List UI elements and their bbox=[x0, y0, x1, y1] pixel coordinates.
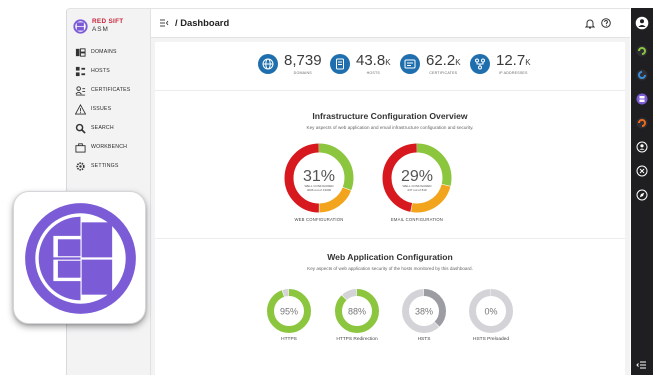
ring-label: HTTPS Redirection bbox=[336, 337, 378, 342]
donut-percent: 31% bbox=[303, 168, 335, 185]
brand-product: ASM bbox=[92, 26, 109, 33]
stat-label: DOMAINS bbox=[293, 71, 312, 75]
web-configuration-donut[interactable]: 31% WELL CONFIGURED 4006 out of 13000 bbox=[284, 143, 354, 213]
stat-hosts[interactable]: 43.8K HOSTS bbox=[330, 49, 391, 79]
ring-label: HSTS bbox=[417, 337, 431, 342]
sidebar-item-search[interactable]: SEARCH bbox=[75, 121, 147, 135]
certificate-icon bbox=[400, 54, 420, 74]
brand-logo-icon bbox=[73, 19, 88, 34]
hosts-icon bbox=[75, 66, 86, 76]
sidebar-item-label: WORKBENCH bbox=[91, 144, 128, 150]
divider bbox=[155, 90, 625, 91]
app-icon-tile[interactable] bbox=[13, 191, 146, 324]
red-sift-asm-logo-icon bbox=[25, 203, 136, 314]
sidebar-item-certificates[interactable]: CERTIFICATES bbox=[75, 83, 147, 97]
https-redirection-ring[interactable]: 88% bbox=[334, 288, 380, 334]
divider bbox=[155, 238, 625, 239]
stat-value: 12.7 bbox=[496, 52, 526, 69]
search-icon bbox=[75, 123, 86, 134]
sidebar-item-hosts[interactable]: HOSTS bbox=[75, 64, 147, 78]
stat-value: 8,739 bbox=[284, 52, 322, 69]
brand[interactable]: RED SIFT ASM bbox=[67, 15, 151, 41]
account-icon[interactable] bbox=[635, 16, 649, 30]
stat-domains[interactable]: 8,739 DOMAINS bbox=[258, 49, 322, 79]
sidebar-item-label: ISSUES bbox=[91, 106, 112, 112]
ring-percent: 95% bbox=[280, 307, 298, 317]
breadcrumb: / Dashboard bbox=[175, 17, 230, 28]
stat-label: HOSTS bbox=[366, 71, 380, 75]
globe-icon bbox=[258, 54, 278, 74]
sidebar-item-label: SETTINGS bbox=[91, 163, 119, 169]
infra-title: Infrastructure Configuration Overview bbox=[312, 111, 468, 121]
sidebar-item-label: HOSTS bbox=[91, 68, 110, 74]
hsts-ring[interactable]: 38% bbox=[401, 288, 447, 334]
stat-suffix: K bbox=[525, 58, 531, 67]
stat-certificates[interactable]: 62.2K CERTIFICATES bbox=[400, 49, 461, 79]
ring-percent: 88% bbox=[348, 307, 366, 317]
stat-value: 62.2 bbox=[426, 52, 456, 69]
email-configuration-donut[interactable]: 29% WELL CONFIGURED 237 out of 819 bbox=[382, 143, 452, 213]
screen: RED SIFT ASM DOMAINS HOSTS CERTIFICATES … bbox=[0, 0, 653, 375]
certificates-icon bbox=[75, 85, 86, 96]
app-window: RED SIFT ASM DOMAINS HOSTS CERTIFICATES … bbox=[66, 8, 630, 375]
close-icon[interactable] bbox=[635, 164, 649, 178]
ring-percent: 0% bbox=[484, 307, 497, 317]
workbench-icon bbox=[75, 142, 86, 153]
compass-icon[interactable] bbox=[635, 188, 649, 202]
donut-percent: 29% bbox=[401, 168, 433, 185]
bell-icon[interactable] bbox=[585, 18, 595, 29]
donut-detail: 4006 out of 13000 bbox=[307, 188, 332, 192]
host-icon bbox=[330, 54, 350, 74]
network-icon bbox=[470, 54, 490, 74]
domains-icon bbox=[75, 47, 86, 57]
stat-ip-addresses[interactable]: 12.7K IP ADDRESSES bbox=[470, 49, 531, 79]
profile-icon[interactable] bbox=[635, 140, 649, 154]
stat-suffix: K bbox=[385, 58, 391, 67]
infra-subtitle: Key aspects of web application and email… bbox=[306, 125, 474, 130]
hsts-preloaded-ring[interactable]: 0% bbox=[468, 288, 514, 334]
webapp-title: Web Application Configuration bbox=[327, 252, 453, 262]
help-icon[interactable] bbox=[601, 18, 611, 28]
stat-label: CERTIFICATES bbox=[429, 71, 458, 75]
stat-label: IP ADDRESSES bbox=[498, 71, 528, 75]
stat-suffix: K bbox=[455, 58, 461, 67]
webapp-subtitle: Key aspects of web application security … bbox=[307, 266, 473, 271]
sidebar-item-label: DOMAINS bbox=[91, 49, 117, 55]
https-ring[interactable]: 95% bbox=[266, 288, 312, 334]
donut-caption: EMAIL CONFIGURATION bbox=[390, 217, 444, 222]
app-orange-icon[interactable] bbox=[635, 116, 649, 130]
ring-label: HTTPS bbox=[281, 337, 297, 342]
app-blue-icon[interactable] bbox=[635, 68, 649, 82]
ring-label: HSTS Preloaded bbox=[473, 337, 509, 342]
expand-rail-icon[interactable] bbox=[635, 358, 649, 372]
extension-rail bbox=[631, 8, 653, 375]
sidebar-item-label: SEARCH bbox=[91, 125, 114, 131]
ring-percent: 38% bbox=[415, 307, 433, 317]
donut-detail: 237 out of 819 bbox=[407, 188, 427, 192]
sidebar-item-issues[interactable]: ISSUES bbox=[75, 102, 147, 116]
donut-caption: WEB CONFIGURATION bbox=[294, 217, 344, 222]
app-asm-icon[interactable] bbox=[635, 92, 649, 106]
app-green-icon[interactable] bbox=[635, 44, 649, 58]
gear-icon bbox=[76, 161, 85, 171]
top-bar: / Dashboard bbox=[151, 9, 630, 38]
sidebar-item-label: CERTIFICATES bbox=[91, 87, 131, 93]
sidebar-item-settings[interactable]: SETTINGS bbox=[75, 159, 147, 173]
brand-name: RED SIFT bbox=[92, 18, 124, 25]
stat-value: 43.8 bbox=[356, 52, 386, 69]
collapse-menu-icon[interactable] bbox=[159, 18, 169, 28]
warning-icon bbox=[75, 103, 86, 115]
sidebar-item-domains[interactable]: DOMAINS bbox=[75, 45, 147, 59]
sidebar-item-workbench[interactable]: WORKBENCH bbox=[75, 140, 147, 154]
dashboard-content: 8,739 DOMAINS 43.8K HOSTS 62.2K CERTIFIC… bbox=[155, 42, 625, 375]
